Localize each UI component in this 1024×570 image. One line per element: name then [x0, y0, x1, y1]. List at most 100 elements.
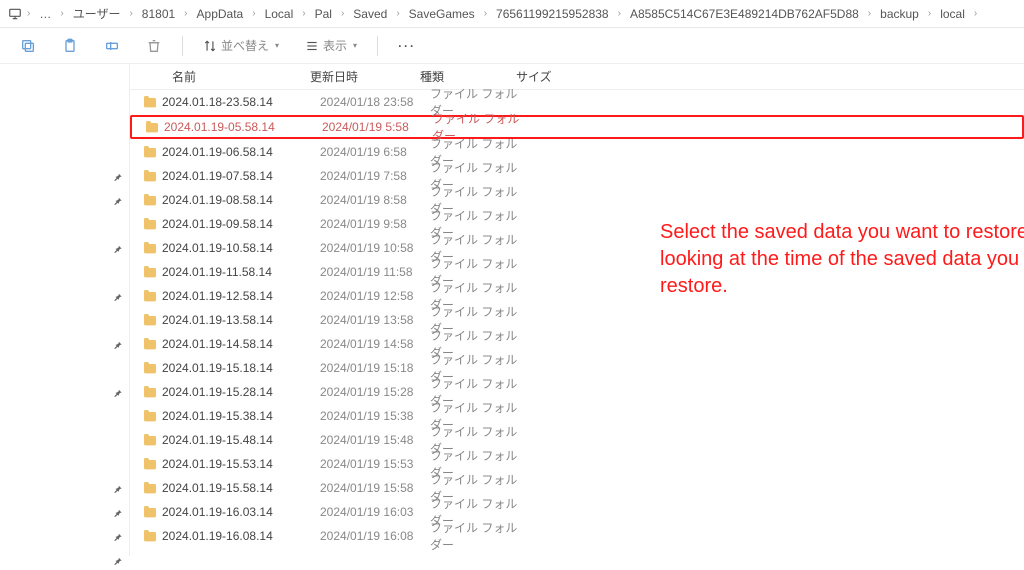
folder-date: 2024/01/19 11:58: [320, 265, 430, 279]
chevron-right-icon: ›: [183, 8, 188, 19]
breadcrumb-item[interactable]: AppData: [193, 5, 248, 23]
separator: [377, 36, 378, 56]
folder-name: 2024.01.19-14.58.14: [162, 337, 320, 351]
folder-name: 2024.01.19-05.58.14: [164, 120, 322, 134]
rename-button[interactable]: [98, 34, 126, 58]
breadcrumb-ellipsis[interactable]: …: [35, 5, 55, 23]
breadcrumb-item[interactable]: 76561199215952838: [492, 5, 613, 23]
folder-type: ファイル フォルダー: [430, 519, 526, 553]
folder-row[interactable]: 2024.01.18-23.58.142024/01/18 23:58ファイル …: [130, 90, 1024, 114]
chevron-right-icon: ›: [340, 8, 345, 19]
folder-icon: [142, 94, 162, 110]
pin-icon: [112, 508, 123, 522]
breadcrumb-item[interactable]: SaveGames: [405, 5, 479, 23]
folder-date: 2024/01/19 8:58: [320, 193, 430, 207]
breadcrumb-item[interactable]: Local: [261, 5, 298, 23]
folder-name: 2024.01.18-23.58.14: [162, 95, 320, 109]
folder-name: 2024.01.19-15.58.14: [162, 481, 320, 495]
chevron-right-icon: ›: [973, 8, 978, 19]
more-button[interactable]: ···: [392, 35, 422, 57]
file-list: 名前 更新日時 種類 サイズ 2024.01.18-23.58.142024/0…: [130, 64, 1024, 556]
folder-row[interactable]: 2024.01.19-06.58.142024/01/19 6:58ファイル フ…: [130, 140, 1024, 164]
folder-date: 2024/01/19 10:58: [320, 241, 430, 255]
folder-icon: [142, 384, 162, 400]
pin-icon: [112, 292, 123, 306]
pin-icon: [112, 244, 123, 258]
pin-icon: [112, 196, 123, 210]
breadcrumb-item[interactable]: ユーザー: [69, 3, 125, 24]
folder-date: 2024/01/19 6:58: [320, 145, 430, 159]
folder-icon: [142, 360, 162, 376]
paste-button[interactable]: [56, 34, 84, 58]
delete-button[interactable]: [140, 34, 168, 58]
breadcrumb-item[interactable]: backup: [876, 5, 923, 23]
col-size[interactable]: サイズ: [516, 68, 586, 85]
toolbar: 並べ替え ▾ 表示 ▾ ···: [0, 28, 1024, 64]
main-pane: 名前 更新日時 種類 サイズ 2024.01.18-23.58.142024/0…: [0, 64, 1024, 556]
col-type[interactable]: 種類: [420, 68, 516, 85]
pin-icon: [112, 340, 123, 354]
pin-icon: [112, 556, 123, 570]
chevron-down-icon: ▾: [275, 41, 279, 50]
folder-name: 2024.01.19-16.03.14: [162, 505, 320, 519]
folder-row[interactable]: 2024.01.19-15.18.142024/01/19 15:18ファイル …: [130, 356, 1024, 380]
annotation-text: Select the saved data you want to restor…: [660, 219, 1024, 300]
folder-icon: [142, 240, 162, 256]
breadcrumb-item[interactable]: Pal: [311, 5, 336, 23]
folder-date: 2024/01/19 9:58: [320, 217, 430, 231]
folder-date: 2024/01/19 16:08: [320, 529, 430, 543]
nav-tree[interactable]: [0, 64, 130, 556]
folder-icon: [142, 432, 162, 448]
address-bar: › … › ユーザー›81801›AppData›Local›Pal›Saved…: [0, 0, 1024, 28]
chevron-right-icon: ›: [128, 8, 133, 19]
folder-date: 2024/01/19 15:53: [320, 457, 430, 471]
breadcrumb-item[interactable]: local: [936, 5, 969, 23]
chevron-right-icon: ›: [26, 8, 31, 19]
breadcrumb-item[interactable]: Saved: [349, 5, 391, 23]
folder-date: 2024/01/19 15:28: [320, 385, 430, 399]
folder-name: 2024.01.19-12.58.14: [162, 289, 320, 303]
folder-row[interactable]: 2024.01.19-15.53.142024/01/19 15:53ファイル …: [130, 452, 1024, 476]
folder-icon: [142, 336, 162, 352]
view-button[interactable]: 表示 ▾: [299, 33, 363, 58]
folder-name: 2024.01.19-07.58.14: [162, 169, 320, 183]
folder-row[interactable]: 2024.01.19-16.08.142024/01/19 16:08ファイル …: [130, 524, 1024, 548]
folder-name: 2024.01.19-08.58.14: [162, 193, 320, 207]
chevron-right-icon: ›: [867, 8, 872, 19]
folder-row[interactable]: 2024.01.19-05.58.142024/01/19 5:58ファイル フ…: [130, 115, 1024, 139]
folder-row[interactable]: 2024.01.19-08.58.142024/01/19 8:58ファイル フ…: [130, 188, 1024, 212]
folder-row[interactable]: 2024.01.19-15.38.142024/01/19 15:38ファイル …: [130, 404, 1024, 428]
folder-name: 2024.01.19-09.58.14: [162, 217, 320, 231]
folder-row[interactable]: 2024.01.19-14.58.142024/01/19 14:58ファイル …: [130, 332, 1024, 356]
chevron-right-icon: ›: [927, 8, 932, 19]
folder-row[interactable]: 2024.01.19-13.58.142024/01/19 13:58ファイル …: [130, 308, 1024, 332]
folder-icon: [142, 504, 162, 520]
col-name[interactable]: 名前: [130, 68, 310, 85]
pin-icon: [112, 388, 123, 402]
folder-row[interactable]: 2024.01.19-16.03.142024/01/19 16:03ファイル …: [130, 500, 1024, 524]
folder-date: 2024/01/19 15:48: [320, 433, 430, 447]
column-headers: 名前 更新日時 種類 サイズ: [130, 64, 1024, 90]
folder-row[interactable]: 2024.01.19-07.58.142024/01/19 7:58ファイル フ…: [130, 164, 1024, 188]
folder-icon: [142, 288, 162, 304]
pc-icon: [8, 7, 22, 21]
folder-icon: [142, 528, 162, 544]
folder-icon: [142, 456, 162, 472]
folder-date: 2024/01/19 12:58: [320, 289, 430, 303]
breadcrumb-item[interactable]: A8585C514C67E3E489214DB762AF5D88: [626, 5, 863, 23]
col-date[interactable]: 更新日時: [310, 68, 420, 85]
folder-icon: [142, 264, 162, 280]
folder-date: 2024/01/19 15:58: [320, 481, 430, 495]
folder-row[interactable]: 2024.01.19-15.58.142024/01/19 15:58ファイル …: [130, 476, 1024, 500]
breadcrumb-item[interactable]: 81801: [138, 5, 179, 23]
folder-icon: [144, 119, 164, 135]
folder-date: 2024/01/19 15:38: [320, 409, 430, 423]
folder-name: 2024.01.19-16.08.14: [162, 529, 320, 543]
sort-button[interactable]: 並べ替え ▾: [197, 33, 285, 58]
folder-row[interactable]: 2024.01.19-15.48.142024/01/19 15:48ファイル …: [130, 428, 1024, 452]
copy-button[interactable]: [14, 34, 42, 58]
folder-row[interactable]: 2024.01.19-15.28.142024/01/19 15:28ファイル …: [130, 380, 1024, 404]
folder-name: 2024.01.19-15.48.14: [162, 433, 320, 447]
folder-icon: [142, 216, 162, 232]
pin-icon: [112, 484, 123, 498]
